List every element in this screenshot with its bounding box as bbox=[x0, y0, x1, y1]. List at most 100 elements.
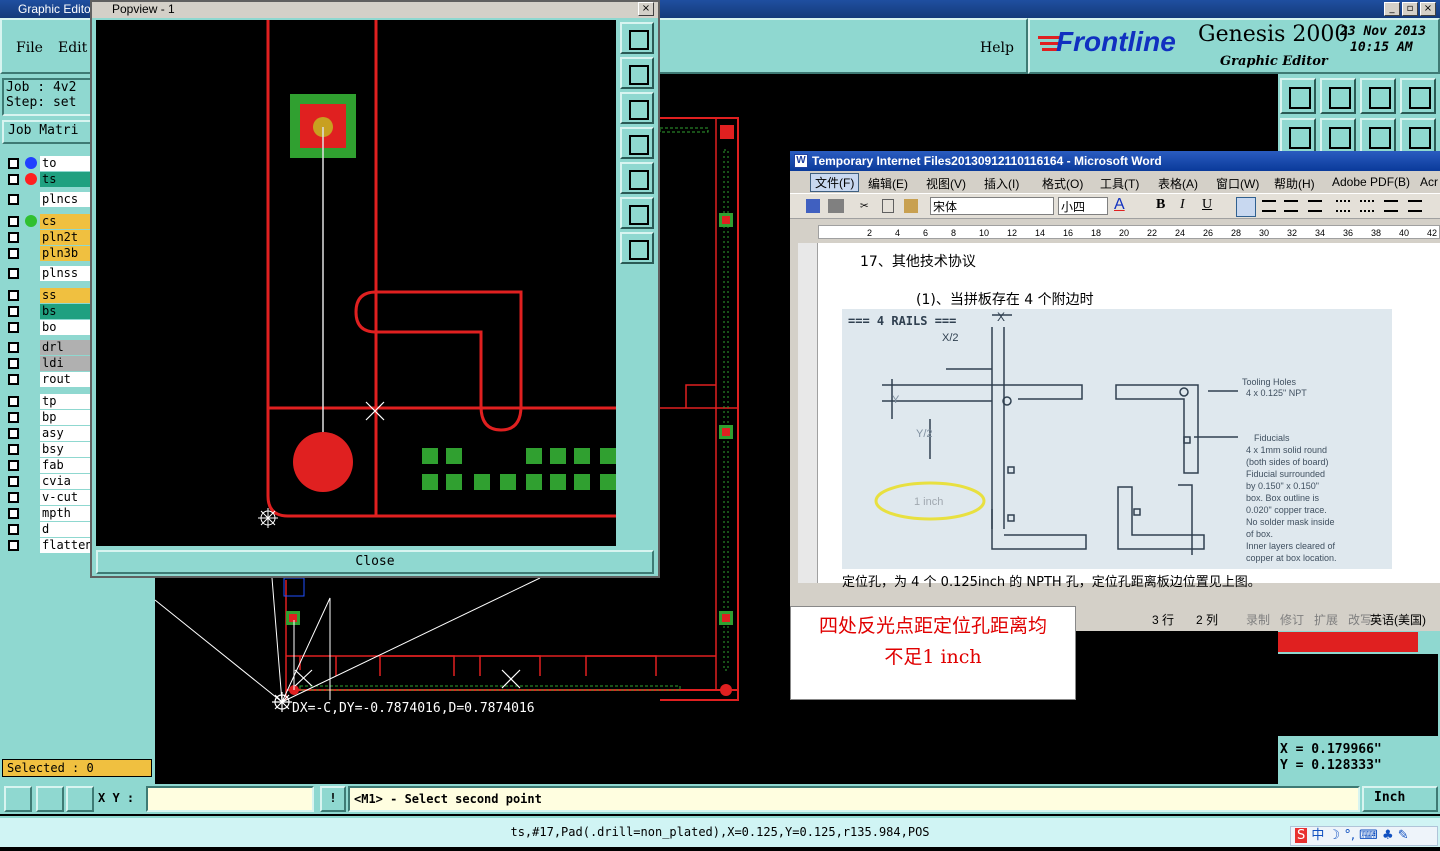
align-left-icon[interactable] bbox=[1236, 197, 1256, 217]
popview-close-button[interactable]: Close bbox=[96, 550, 654, 574]
ruler-tick-label: 16 bbox=[1063, 228, 1073, 238]
tooling-text: Tooling Holes 4 x 0.125" NPT bbox=[1242, 377, 1307, 398]
ruler-tick-label: 14 bbox=[1035, 228, 1045, 238]
ruler-tick-label: 4 bbox=[895, 228, 900, 238]
red-preview-bar bbox=[1278, 632, 1418, 652]
tool-mirror-icon[interactable] bbox=[1400, 118, 1436, 154]
word-document[interactable]: 17、其他技术协议 (1)、当拼板存在 4 个附边时 === 4 RAILS =… bbox=[818, 243, 1440, 590]
coord-x: X = 0.179966" bbox=[1280, 742, 1382, 757]
ruler-tick-label: 36 bbox=[1343, 228, 1353, 238]
tool-right-icon[interactable] bbox=[1320, 118, 1356, 154]
align-center-icon[interactable] bbox=[1262, 200, 1276, 212]
paste-icon[interactable] bbox=[904, 199, 918, 213]
pop-zoom-in-icon[interactable] bbox=[620, 197, 654, 229]
status-ext[interactable]: 扩展 bbox=[1314, 611, 1338, 628]
ruler-tick-label: 30 bbox=[1259, 228, 1269, 238]
snap-icon[interactable] bbox=[4, 786, 32, 812]
tool-zoom-home-icon[interactable] bbox=[1280, 78, 1316, 114]
ime-toolbar[interactable]: S 中 ☽ °, ⌨ ♣ ✎ bbox=[1290, 826, 1438, 846]
measure-icon[interactable] bbox=[36, 786, 64, 812]
grid-icon[interactable] bbox=[66, 786, 94, 812]
popview-title: Popview - 1 bbox=[112, 2, 175, 16]
print-icon[interactable] bbox=[828, 199, 844, 213]
xy-input[interactable] bbox=[146, 786, 314, 812]
ime-icons[interactable]: 中 ☽ °, ⌨ ♣ ✎ bbox=[1311, 828, 1408, 843]
sogou-icon[interactable]: S bbox=[1295, 828, 1308, 843]
measure-lines bbox=[154, 577, 541, 704]
word-menu-item[interactable]: 文件(F) bbox=[810, 173, 860, 192]
pop-zoom-fit-icon[interactable] bbox=[620, 22, 654, 54]
status-col: 2 列 bbox=[1196, 613, 1219, 627]
pop-origin-marker bbox=[258, 508, 278, 528]
bullets-icon[interactable] bbox=[1360, 200, 1374, 212]
word-menu-item[interactable]: 编辑(E) bbox=[868, 175, 908, 192]
word-menu-item[interactable]: 帮助(H) bbox=[1274, 175, 1315, 192]
status-line: 3 行 bbox=[1152, 613, 1175, 627]
mini-preview bbox=[1278, 654, 1438, 736]
outdent-icon[interactable] bbox=[1384, 200, 1398, 212]
word-menu-item[interactable]: 插入(I) bbox=[984, 175, 1019, 192]
figure-x2: X/2 bbox=[942, 332, 959, 344]
tooling-hole bbox=[293, 432, 353, 492]
word-vertical-ruler bbox=[798, 243, 818, 583]
measure-readout: DX=-C,DY=-0.7874016,D=0.7874016 bbox=[292, 701, 535, 716]
bold-icon[interactable]: B bbox=[1156, 197, 1165, 213]
pop-pads bbox=[422, 448, 616, 490]
blue-marker bbox=[283, 577, 305, 597]
underline-icon[interactable]: U bbox=[1202, 197, 1212, 213]
align-right-icon[interactable] bbox=[1284, 200, 1298, 212]
notch-line bbox=[685, 384, 716, 408]
size-select[interactable]: 小四 bbox=[1058, 197, 1108, 215]
italic-icon[interactable]: I bbox=[1180, 197, 1185, 213]
coord-y: Y = 0.128333" bbox=[1280, 758, 1382, 773]
popview-titlebar: Popview - 1 × bbox=[92, 2, 658, 18]
word-menu-item[interactable]: Adobe PDF(B) bbox=[1332, 175, 1410, 189]
status-language: 英语(美国) bbox=[1370, 613, 1426, 627]
font-select[interactable]: 宋体 bbox=[930, 197, 1054, 215]
pop-pan-up-icon[interactable] bbox=[620, 57, 654, 89]
word-menu-item[interactable]: 视图(V) bbox=[926, 175, 966, 192]
doc-paragraph: (1)、当拼板存在 4 个附边时 bbox=[916, 292, 1094, 308]
font-color-icon[interactable]: A bbox=[1114, 196, 1125, 214]
numbering-icon[interactable] bbox=[1336, 200, 1350, 212]
status-rec[interactable]: 录制 bbox=[1246, 611, 1270, 628]
word-title: Temporary Internet Files2013091211011616… bbox=[812, 154, 1162, 168]
alert-button[interactable]: ! bbox=[320, 786, 346, 812]
popview-window: Popview - 1 × Close bbox=[90, 0, 660, 578]
ruler-track: 2468101214161820222426283032343638404244 bbox=[818, 225, 1440, 239]
popview-close-icon[interactable]: × bbox=[638, 2, 654, 16]
ruler-tick-label: 42 bbox=[1427, 228, 1437, 238]
tool-left-icon[interactable] bbox=[1280, 118, 1316, 154]
breakaway-tabs bbox=[299, 655, 657, 676]
ruler-tick-label: 40 bbox=[1399, 228, 1409, 238]
tool-window-icon[interactable] bbox=[1400, 78, 1436, 114]
tool-zoom-in-icon[interactable] bbox=[1320, 78, 1356, 114]
doc-heading: 17、其他技术协议 bbox=[860, 254, 976, 270]
indent-icon[interactable] bbox=[1408, 200, 1422, 212]
word-menu-item[interactable]: Acr bbox=[1420, 175, 1438, 189]
tool-home-icon[interactable] bbox=[1360, 78, 1396, 114]
word-menu-item[interactable]: 格式(O) bbox=[1042, 175, 1083, 192]
word-menu-item[interactable]: 表格(A) bbox=[1158, 175, 1198, 192]
scanned-figure: === 4 RAILS === X X/2 Y Y/2 1 inch Tooli… bbox=[842, 309, 1392, 569]
word-menu-item[interactable]: 窗口(W) bbox=[1216, 175, 1259, 192]
word-menu-item[interactable]: 工具(T) bbox=[1100, 175, 1139, 192]
figure-inch: 1 inch bbox=[914, 496, 943, 508]
ruler-tick-label: 6 bbox=[923, 228, 928, 238]
cut-icon[interactable]: ✂ bbox=[860, 198, 868, 214]
tool-rotate-icon[interactable] bbox=[1360, 118, 1396, 154]
status-ovr[interactable]: 改写 bbox=[1348, 611, 1372, 628]
xy-label: X Y : bbox=[98, 791, 135, 805]
status-trk[interactable]: 修订 bbox=[1280, 611, 1304, 628]
units-selector[interactable]: Inch bbox=[1362, 786, 1438, 812]
justify-icon[interactable] bbox=[1308, 200, 1322, 212]
pop-pan-right-icon[interactable] bbox=[620, 162, 654, 194]
pop-pan-left-icon[interactable] bbox=[620, 127, 654, 159]
popview-canvas[interactable] bbox=[96, 20, 616, 546]
copy-icon[interactable] bbox=[882, 199, 894, 213]
ruler-tick-label: 18 bbox=[1091, 228, 1101, 238]
pop-zoom-out-icon[interactable] bbox=[620, 232, 654, 264]
pop-pan-down-icon[interactable] bbox=[620, 92, 654, 124]
ruler-tick-label: 32 bbox=[1287, 228, 1297, 238]
save-icon[interactable] bbox=[806, 199, 820, 213]
